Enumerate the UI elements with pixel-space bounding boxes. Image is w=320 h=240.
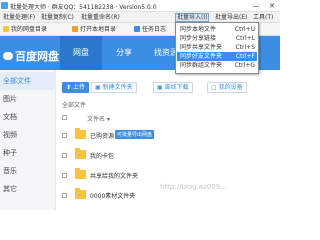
upload-button[interactable]: ⬆ 上传 xyxy=(62,82,89,93)
folder-icon xyxy=(75,148,86,159)
my-devices-button[interactable]: ▢ 我的设备 xyxy=(207,82,247,93)
menu-batch-export[interactable]: 批量导出(E) xyxy=(214,13,248,22)
toolbar-open-local-label: 打开本地目录 xyxy=(80,26,117,33)
toolbar-netdisk-dir-label: 我的网盘目录 xyxy=(11,26,48,33)
menu-item-sync-share-link-label: 同步分享链接 xyxy=(180,35,217,42)
import-dropdown-menu: 同步本地文件 Ctrl+U 同步分享链接 Ctrl+L 同步共享文件夹 Ctrl+S … xyxy=(175,22,259,74)
offline-download-button-label: 离线下载 xyxy=(164,84,189,91)
sidebar-item-docs[interactable]: 文档 xyxy=(0,108,56,126)
toolbar-task-log-label: 任务日志 xyxy=(142,26,167,33)
sidebar-item-all-files[interactable]: 全部文件 xyxy=(0,72,56,90)
row-name: 0000素材文件夹 xyxy=(90,193,136,200)
logo-text: 百度网盘 xyxy=(15,50,59,63)
sidebar-item-videos[interactable]: 视频 xyxy=(0,126,56,144)
menu-batch-process[interactable]: 批量处理(F) xyxy=(2,13,36,22)
menu-item-sync-share-link[interactable]: 同步分享链接 Ctrl+L xyxy=(177,34,257,43)
shortcut-label: Ctrl+S xyxy=(235,44,255,51)
device-icon: ▢ xyxy=(211,84,219,91)
upload-button-label: 上传 xyxy=(72,84,85,91)
folder-icon xyxy=(75,128,86,139)
shortcut-label: Ctrl+G xyxy=(234,62,255,69)
select-all-checkbox[interactable] xyxy=(62,115,67,120)
offline-download-button[interactable]: ▣ 离线下载 xyxy=(153,82,193,93)
sidebar-item-music[interactable]: 音乐 xyxy=(0,162,56,180)
column-header-name[interactable]: 文件名 ▾ xyxy=(87,114,110,123)
menu-item-sync-friend-folder[interactable]: 同步好友文件夹 Ctrl+F xyxy=(177,52,257,61)
menu-item-sync-shared-folder-label: 同步共享文件夹 xyxy=(180,44,223,51)
menu-item-sync-local-label: 同步本地文件 xyxy=(180,26,217,33)
sort-arrow-icon: ▾ xyxy=(106,116,110,123)
column-header-name-label: 文件名 xyxy=(87,116,106,123)
table-row[interactable]: 已购资源 可批量导出网盘 xyxy=(57,126,280,146)
menu-item-sync-local[interactable]: 同步本地文件 Ctrl+U xyxy=(177,25,257,34)
row-name: 共享给我的文件夹 xyxy=(90,173,139,180)
menu-item-sync-shared-folder[interactable]: 同步共享文件夹 Ctrl+S xyxy=(177,43,257,52)
row-checkbox[interactable] xyxy=(62,173,67,178)
watermark: http://blog.az009... xyxy=(160,183,227,191)
download-icon: ▣ xyxy=(157,84,165,91)
add-folder-icon: ▣ xyxy=(95,84,103,91)
shortcut-label: Ctrl+L xyxy=(235,35,255,42)
close-button[interactable]: ✕ xyxy=(266,1,278,11)
sidebar: 全部文件 图片 文档 视频 种子 音乐 其它 xyxy=(0,70,56,210)
row-name: 我的卡包 xyxy=(90,153,115,160)
menu-item-sync-group-folder-label: 同步群组文件夹 xyxy=(180,62,223,69)
menu-batch-rename[interactable]: 批量重命名(R) xyxy=(80,13,121,22)
sidebar-item-images[interactable]: 图片 xyxy=(0,90,56,108)
sidebar-item-other[interactable]: 其它 xyxy=(0,180,56,198)
row-checkbox[interactable] xyxy=(62,193,67,198)
folder-icon xyxy=(3,26,9,32)
title-bar: 批量处理大师 · 群友QQ：541182238 · Version5.0.0 —… xyxy=(0,0,280,12)
open-folder-icon xyxy=(72,26,78,32)
menu-item-sync-group-folder[interactable]: 同步群组文件夹 Ctrl+G xyxy=(177,61,257,70)
menu-tools[interactable]: 工具(T) xyxy=(252,13,274,22)
minimize-button[interactable]: — xyxy=(250,1,262,11)
window-title: 批量处理大师 · 群友QQ：541182238 · Version5.0.0 xyxy=(10,4,157,11)
breadcrumb: 全部文件 xyxy=(62,102,87,109)
toolbar-task-log[interactable]: 任务日志 xyxy=(134,25,166,34)
menu-item-sync-friend-folder-label: 同步好友文件夹 xyxy=(180,53,223,60)
nav-share[interactable]: 分享 xyxy=(103,36,145,70)
cloud-icon xyxy=(3,52,13,60)
row-checkbox[interactable] xyxy=(62,153,67,158)
menu-batch-import[interactable]: 批量导入(I) xyxy=(175,13,210,22)
upload-icon: ⬆ xyxy=(66,84,73,91)
table-row[interactable]: 我的卡包 xyxy=(57,146,280,166)
app-icon xyxy=(1,2,8,9)
shortcut-label: Ctrl+U xyxy=(234,26,255,33)
nav-netdisk[interactable]: 网盘 xyxy=(60,36,102,70)
my-devices-button-label: 我的设备 xyxy=(218,84,243,91)
toolbar-open-local[interactable]: 打开本地目录 xyxy=(72,25,116,34)
row-checkbox[interactable] xyxy=(62,133,67,138)
folder-icon xyxy=(75,188,86,199)
log-icon xyxy=(134,26,140,32)
new-folder-button-label: 新建文件夹 xyxy=(102,84,133,91)
status-badge: 可批量导出网盘 xyxy=(115,130,155,139)
shortcut-label: Ctrl+F xyxy=(235,53,255,60)
logo: 百度网盘 xyxy=(3,48,59,64)
sidebar-item-torrents[interactable]: 种子 xyxy=(0,144,56,162)
toolbar-netdisk-dir[interactable]: 我的网盘目录 xyxy=(3,25,47,34)
folder-icon xyxy=(75,168,86,179)
new-folder-button[interactable]: ▣ 新建文件夹 xyxy=(91,82,137,93)
menu-batch-copy[interactable]: 批量复制(C) xyxy=(40,13,75,22)
row-name: 已购资源 xyxy=(90,133,115,140)
